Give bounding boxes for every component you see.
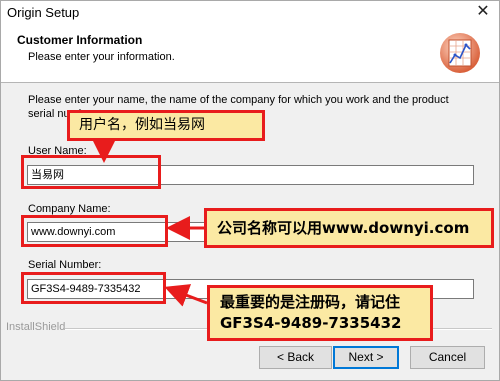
- page-title: Customer Information: [17, 33, 143, 47]
- window-title: Origin Setup: [7, 5, 80, 20]
- user-name-callout: 用户名，例如当易网: [67, 110, 265, 141]
- title-bar: Origin Setup ✕: [1, 1, 499, 24]
- installshield-brand: InstallShield: [6, 321, 66, 333]
- serial-number-highlight: [21, 272, 166, 304]
- cancel-button[interactable]: Cancel: [410, 346, 485, 369]
- company-name-label: Company Name:: [28, 203, 111, 215]
- user-name-highlight: [21, 155, 161, 189]
- company-name-callout: 公司名称可以用www.downyi.com: [204, 208, 494, 248]
- wizard-header: Customer Information Please enter your i…: [1, 24, 499, 83]
- serial-number-callout: 最重要的是注册码，请记住 GF3S4-9489-7335432: [207, 285, 433, 341]
- next-button[interactable]: Next >: [333, 346, 399, 369]
- close-icon[interactable]: ✕: [473, 4, 493, 20]
- serial-callout-line2: GF3S4-9489-7335432: [220, 314, 402, 332]
- page-subtitle: Please enter your information.: [28, 51, 175, 63]
- origin-chart-logo-icon: [440, 33, 480, 73]
- company-name-highlight: [21, 215, 168, 247]
- serial-callout-line1: 最重要的是注册码，请记住: [220, 293, 401, 311]
- back-button[interactable]: < Back: [259, 346, 332, 369]
- serial-number-label: Serial Number:: [28, 259, 102, 271]
